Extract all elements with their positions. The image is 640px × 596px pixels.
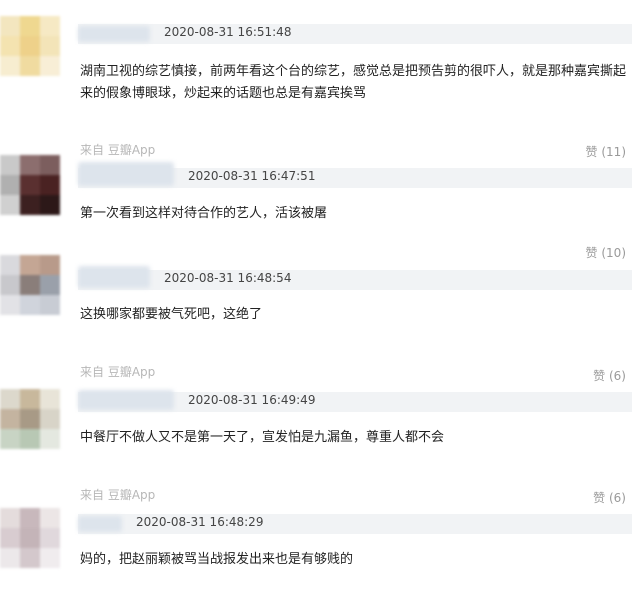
avatar-pixel	[0, 528, 20, 548]
username-blurred[interactable]	[78, 516, 122, 532]
comment-meta: 2020-08-31 16:48:29	[78, 514, 632, 534]
avatar-pixel	[40, 548, 60, 568]
comment-text: 妈的，把赵丽颖被骂当战报发出来也是有够贱的	[80, 552, 354, 567]
avatar-pixel	[40, 528, 60, 548]
avatar-pixel	[40, 508, 60, 528]
avatar-pixel	[20, 548, 40, 568]
avatar[interactable]	[0, 508, 60, 568]
avatar-pixel	[20, 508, 40, 528]
avatar-pixel	[20, 528, 40, 548]
comment-5: 2020-08-31 16:48:29 妈的，把赵丽颖被骂当战报发出来也是有够贱…	[0, 0, 640, 596]
avatar-pixel	[0, 508, 20, 528]
avatar-pixel	[0, 548, 20, 568]
comment-time: 2020-08-31 16:48:29	[136, 515, 264, 529]
